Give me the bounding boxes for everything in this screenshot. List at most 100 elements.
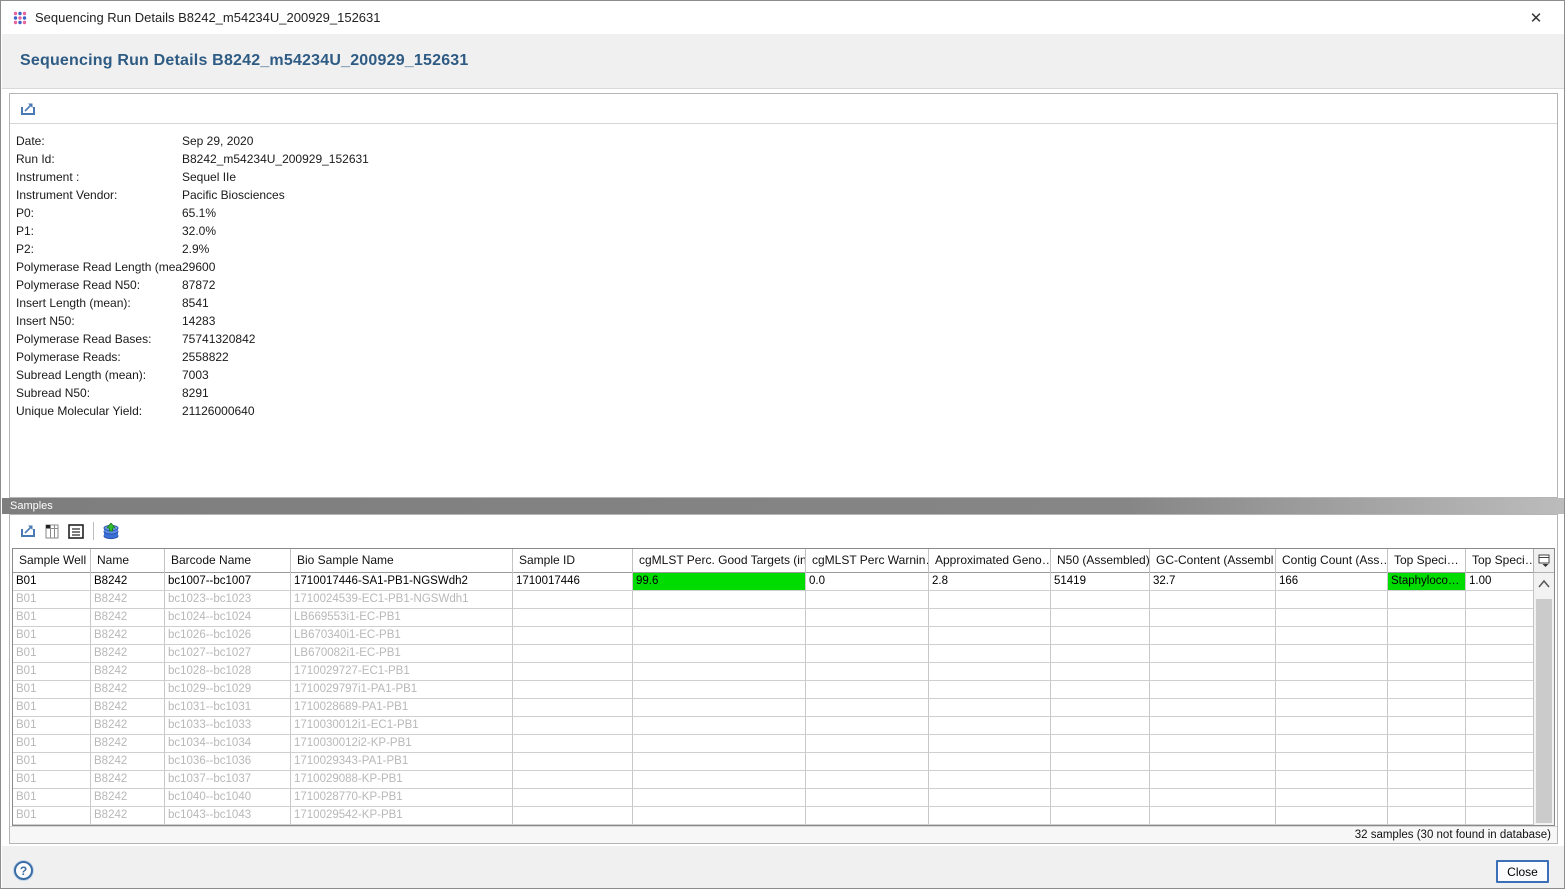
column-header[interactable]: Contig Count (Ass… [1276, 549, 1388, 573]
table-cell: B8242 [91, 663, 165, 681]
column-header[interactable]: Bio Sample Name [291, 549, 513, 573]
table-cell: bc1034--bc1034 [165, 735, 291, 753]
detail-field-row: Instrument :Sequel IIe [10, 168, 1557, 186]
export-icon[interactable] [16, 98, 40, 120]
table-cell [929, 717, 1051, 735]
detail-field-label: Polymerase Read N50: [16, 276, 182, 294]
close-button[interactable]: Close [1496, 860, 1549, 883]
table-cell [1150, 681, 1276, 699]
table-cell: B8242 [91, 573, 165, 591]
table-cell [1466, 609, 1534, 627]
table-cell [513, 753, 633, 771]
detail-field-label: Unique Molecular Yield: [16, 402, 182, 420]
table-cell: bc1028--bc1028 [165, 663, 291, 681]
table-row[interactable]: B01B8242bc1036--bc10361710029343-PA1-PB1 [13, 753, 1554, 771]
table-cell [513, 681, 633, 699]
column-header[interactable]: cgMLST Perc. Good Targets (in… [633, 549, 806, 573]
detail-field-row: Instrument Vendor:Pacific Biosciences [10, 186, 1557, 204]
table-cell [929, 591, 1051, 609]
close-icon[interactable]: ✕ [1524, 6, 1548, 30]
table-cell [633, 645, 806, 663]
table-row[interactable]: B01B8242bc1034--bc10341710030012i2-KP-PB… [13, 735, 1554, 753]
column-header[interactable]: Barcode Name [165, 549, 291, 573]
export-icon[interactable] [16, 520, 40, 542]
table-cell [1150, 591, 1276, 609]
column-header[interactable]: N50 (Assembled) [1051, 549, 1150, 573]
table-cell: LB669553i1-EC-PB1 [291, 609, 513, 627]
table-cell [633, 699, 806, 717]
table-cell: bc1031--bc1031 [165, 699, 291, 717]
column-header[interactable]: Name [91, 549, 165, 573]
table-cell [806, 645, 929, 663]
table-row[interactable]: B01B8242bc1037--bc10371710029088-KP-PB1 [13, 771, 1554, 789]
table-cell: 1710029727-EC1-PB1 [291, 663, 513, 681]
column-visibility-icon[interactable] [40, 520, 64, 542]
column-header[interactable]: Top Speci… [1388, 549, 1466, 573]
table-row[interactable]: B01B8242bc1028--bc10281710029727-EC1-PB1 [13, 663, 1554, 681]
table-cell [806, 753, 929, 771]
table-cell: B8242 [91, 627, 165, 645]
detail-field-label: Instrument Vendor: [16, 186, 182, 204]
table-row[interactable]: B01B8242bc1040--bc10401710028770-KP-PB1 [13, 789, 1554, 807]
table-cell [1466, 717, 1534, 735]
table-cell [929, 699, 1051, 717]
column-header[interactable]: cgMLST Perc Warnin… [806, 549, 929, 573]
detail-field-row: Date:Sep 29, 2020 [10, 132, 1557, 150]
table-cell [806, 807, 929, 825]
table-row[interactable]: B01B8242bc1023--bc10231710024539-EC1-PB1… [13, 591, 1554, 609]
table-row[interactable]: B01B8242bc1029--bc10291710029797i1-PA1-P… [13, 681, 1554, 699]
column-header[interactable]: Sample ID [513, 549, 633, 573]
scrollbar-thumb[interactable] [1536, 599, 1552, 823]
table-cell [1388, 681, 1466, 699]
table-cell [513, 717, 633, 735]
table-cell [1388, 771, 1466, 789]
table-row[interactable]: B01B8242bc1033--bc10331710030012i1-EC1-P… [13, 717, 1554, 735]
table-row[interactable]: B01B8242bc1007--bc10071710017446-SA1-PB1… [13, 573, 1554, 591]
table-cell [513, 789, 633, 807]
app-icon [13, 11, 27, 25]
table-row[interactable]: B01B8242bc1024--bc1024LB669553i1-EC-PB1 [13, 609, 1554, 627]
column-header[interactable]: Sample Well [13, 549, 91, 573]
table-cell: B01 [13, 807, 91, 825]
vertical-scrollbar[interactable] [1533, 573, 1554, 825]
detail-field-value: Pacific Biosciences [182, 186, 285, 204]
detail-field-label: Instrument : [16, 168, 182, 186]
table-row[interactable]: B01B8242bc1031--bc10311710028689-PA1-PB1 [13, 699, 1554, 717]
table-row[interactable]: B01B8242bc1026--bc1026LB670340i1-EC-PB1 [13, 627, 1554, 645]
detail-field-value: 7003 [182, 366, 209, 384]
column-header[interactable]: GC-Content (Assembl… [1150, 549, 1276, 573]
table-cell: bc1007--bc1007 [165, 573, 291, 591]
detail-field-label: Polymerase Read Bases: [16, 330, 182, 348]
table-cell: B8242 [91, 681, 165, 699]
detail-field-label: Subread N50: [16, 384, 182, 402]
dialog-footer: ? Close [2, 846, 1565, 889]
detail-field-value: 2558822 [182, 348, 229, 366]
table-cell: 1710029797i1-PA1-PB1 [291, 681, 513, 699]
table-cell: 1710028689-PA1-PB1 [291, 699, 513, 717]
table-cell: B8242 [91, 771, 165, 789]
column-picker-icon[interactable] [1533, 549, 1554, 573]
database-upload-icon[interactable] [99, 520, 123, 542]
table-cell [513, 627, 633, 645]
table-cell: bc1024--bc1024 [165, 609, 291, 627]
table-cell: bc1037--bc1037 [165, 771, 291, 789]
table-cell [1466, 699, 1534, 717]
table-cell [1150, 627, 1276, 645]
table-cell [1276, 699, 1388, 717]
table-row[interactable]: B01B8242bc1027--bc1027LB670082i1-EC-PB1 [13, 645, 1554, 663]
detail-field-row: Polymerase Read N50:87872 [10, 276, 1557, 294]
detail-field-value: Sequel IIe [182, 168, 236, 186]
column-header[interactable]: Approximated Geno… [929, 549, 1051, 573]
table-cell [1276, 789, 1388, 807]
table-cell [1051, 789, 1150, 807]
table-row[interactable]: B01B8242bc1043--bc10431710029542-KP-PB1 [13, 807, 1554, 825]
list-view-icon[interactable] [64, 520, 88, 542]
table-cell [1150, 645, 1276, 663]
table-cell [1466, 771, 1534, 789]
scroll-up-icon[interactable] [1534, 573, 1554, 595]
table-cell [1276, 627, 1388, 645]
table-cell: 99.6 [633, 573, 806, 591]
samples-section-header: Samples [2, 498, 1565, 514]
column-header[interactable]: Top Speci… [1466, 549, 1534, 573]
help-icon[interactable]: ? [14, 861, 33, 880]
